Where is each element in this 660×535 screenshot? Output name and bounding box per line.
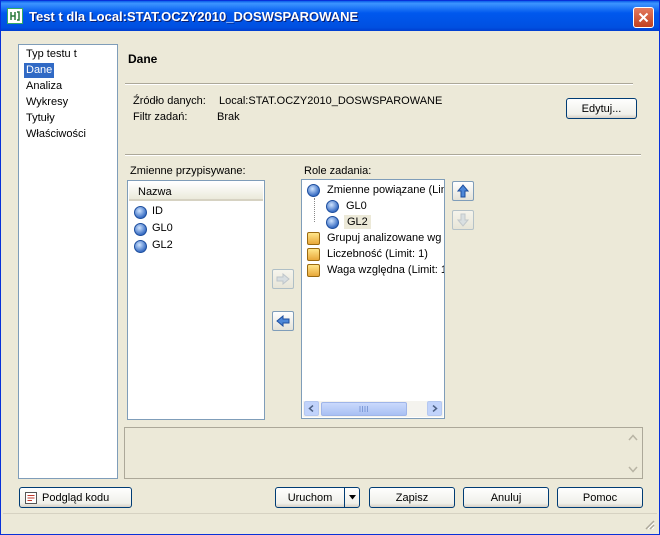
save-button[interactable]: Zapisz: [369, 487, 455, 508]
move-down-button[interactable]: [452, 210, 474, 230]
grip-icon: [359, 406, 368, 412]
tree-node-grupuj[interactable]: Grupuj analizowane wg: [305, 230, 444, 246]
group-variable-icon: [307, 232, 320, 245]
chevron-down-icon: [628, 466, 638, 473]
tree-node-zmienne-powiazane[interactable]: Zmienne powiązane (Lin: [305, 182, 444, 198]
nav-item-typ-testu[interactable]: Typ testu t: [24, 47, 79, 62]
code-preview-button[interactable]: Podgląd kodu: [19, 487, 132, 508]
resize-grip-icon[interactable]: [643, 518, 655, 530]
dialog-window: Test t dla Local:STAT.OCZY2010_DOSWSPARO…: [0, 0, 660, 535]
list-item-gl0[interactable]: GL0: [132, 221, 252, 237]
description-area: [124, 427, 643, 479]
arrow-left-icon: [276, 315, 290, 327]
arrow-up-icon: [457, 184, 469, 198]
code-preview-label: Podgląd kodu: [42, 491, 110, 504]
caret-down-icon: [348, 495, 356, 500]
nav-item-analiza[interactable]: Analiza: [24, 79, 64, 94]
cancel-button[interactable]: Anuluj: [463, 487, 549, 508]
vertical-scrollbar[interactable]: [626, 429, 641, 477]
nav-item-wykresy[interactable]: Wykresy: [24, 95, 70, 110]
tree-node-liczebnosc[interactable]: Liczebność (Limit: 1): [305, 246, 444, 262]
run-dropdown-button[interactable]: [344, 487, 360, 508]
chevron-left-icon: [308, 405, 314, 412]
numeric-variable-icon: [326, 216, 339, 229]
edit-button[interactable]: Edytuj...: [566, 98, 637, 119]
section-divider-top: [125, 83, 633, 85]
arrow-down-icon: [457, 213, 469, 227]
section-title: Dane: [128, 52, 158, 66]
tree-node-gl2[interactable]: GL2: [322, 214, 422, 230]
horizontal-scrollbar[interactable]: [303, 401, 443, 417]
section-divider-mid: [125, 154, 641, 156]
numeric-variable-icon: [134, 206, 147, 219]
data-source-value: Local:STAT.OCZY2010_DOSWSPAROWANE: [219, 95, 443, 107]
data-source-label: Źródło danych:: [133, 95, 206, 107]
nav-item-tytuly[interactable]: Tytuły: [24, 111, 57, 126]
task-roles-tree[interactable]: Zmienne powiązane (Lin GL0 GL2 Grupuj an…: [301, 179, 445, 419]
close-icon: [638, 12, 649, 23]
tree-node-gl0[interactable]: GL0: [322, 198, 422, 214]
help-button[interactable]: Pomoc: [557, 487, 643, 508]
nav-item-wlasciwosci[interactable]: Właściwości: [24, 127, 88, 142]
frequency-variable-icon: [307, 248, 320, 261]
arrow-right-icon: [276, 273, 290, 285]
run-button[interactable]: Uruchom: [275, 487, 345, 508]
window-title: Test t dla Local:STAT.OCZY2010_DOSWSPARO…: [29, 9, 359, 24]
numeric-variable-icon: [326, 200, 339, 213]
filter-value: Brak: [217, 111, 240, 123]
remove-from-role-button[interactable]: [272, 311, 294, 331]
task-roles-label: Role zadania:: [304, 165, 372, 177]
tree-node-waga[interactable]: Waga względna (Limit: 1: [305, 262, 444, 278]
assigned-variables-list[interactable]: Nazwa ID GL0 GL2: [127, 180, 265, 420]
chevron-up-icon: [628, 434, 638, 441]
scroll-right-button[interactable]: [427, 401, 442, 416]
column-header-name[interactable]: Nazwa: [129, 182, 263, 201]
list-item-id[interactable]: ID: [132, 204, 252, 220]
weight-variable-icon: [307, 264, 320, 277]
app-icon: [7, 8, 23, 24]
move-up-button[interactable]: [452, 181, 474, 201]
nav-item-dane[interactable]: Dane: [24, 63, 55, 78]
run-button-group[interactable]: Uruchom: [275, 487, 360, 508]
status-bar: [3, 513, 657, 532]
add-to-role-button[interactable]: [272, 269, 294, 289]
scrollbar-thumb[interactable]: [321, 402, 407, 416]
navigation-list: Typ testu t Dane Analiza Wykresy Tytuły …: [18, 44, 118, 479]
column-header-label: Nazwa: [138, 186, 172, 198]
numeric-variable-icon: [134, 240, 147, 253]
title-bar[interactable]: Test t dla Local:STAT.OCZY2010_DOSWSPARO…: [1, 1, 659, 31]
close-button[interactable]: [633, 7, 654, 28]
tree-connector: [314, 198, 315, 222]
numeric-variable-icon: [134, 223, 147, 236]
numeric-variable-icon: [307, 184, 320, 197]
assigned-variables-label: Zmienne przypisywane:: [130, 165, 246, 177]
scroll-left-button[interactable]: [304, 401, 319, 416]
filter-label: Filtr zadań:: [133, 111, 188, 123]
chevron-right-icon: [432, 405, 438, 412]
code-preview-icon: [25, 491, 37, 504]
list-item-gl2[interactable]: GL2: [132, 238, 252, 254]
